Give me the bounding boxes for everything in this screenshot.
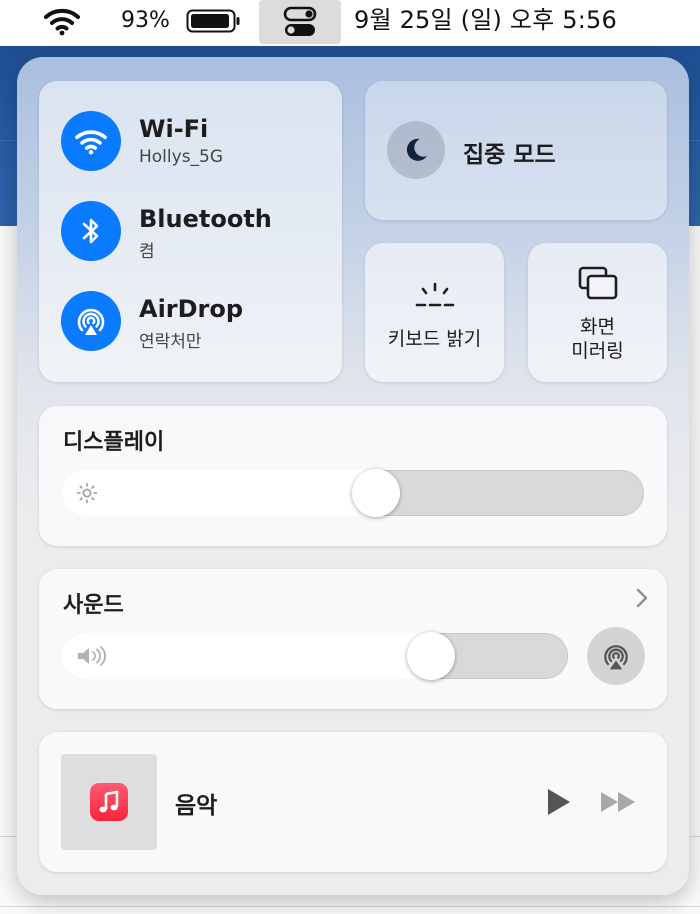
now-playing-title: 음악 (175, 793, 218, 819)
brightness-slider-knob[interactable] (352, 469, 401, 517)
volume-slider-knob[interactable] (407, 632, 456, 680)
airplay-audio-icon (604, 645, 628, 670)
network-tile: Wi-Fi Hollys_5G Bluetooth 켬 AirDrop 연락처만 (39, 81, 342, 382)
wifi-title: Wi-Fi (139, 115, 209, 143)
speaker-icon (78, 646, 106, 666)
bluetooth-icon[interactable] (61, 201, 121, 261)
menu-clock[interactable]: 9월 25일 (일) 오후 5:56 (354, 4, 617, 36)
screen-mirroring-label-line2: 미러링 (571, 340, 624, 362)
keyboard-brightness-icon (365, 281, 504, 311)
brightness-fill (62, 470, 377, 516)
bluetooth-toggle[interactable]: Bluetooth 켬 (61, 201, 331, 263)
play-icon[interactable] (544, 787, 572, 817)
sun-icon (76, 482, 98, 504)
screen-mirroring-label-line1: 화면 (580, 316, 615, 338)
moon-icon (387, 121, 445, 179)
control-center-icon (283, 6, 317, 36)
wifi-toggle[interactable]: Wi-Fi Hollys_5G (61, 111, 331, 173)
control-center-panel: Wi-Fi Hollys_5G Bluetooth 켬 AirDrop 연락처만… (17, 57, 689, 895)
sound-title: 사운드 (63, 593, 124, 618)
volume-fill (62, 633, 432, 679)
now-playing-tile: 음악 (39, 732, 667, 872)
focus-mode-label: 집중 모드 (463, 142, 556, 168)
sound-tile: 사운드 (39, 569, 667, 709)
bluetooth-title: Bluetooth (139, 205, 272, 233)
keyboard-brightness-tile[interactable]: 키보드 밝기 (365, 243, 504, 382)
airdrop-icon[interactable] (61, 291, 121, 351)
fast-forward-icon[interactable] (599, 790, 639, 814)
airdrop-toggle[interactable]: AirDrop 연락처만 (61, 291, 331, 353)
music-app-icon (90, 783, 128, 821)
focus-mode-tile[interactable]: 집중 모드 (365, 81, 667, 220)
screen-mirroring-tile[interactable]: 화면 미러링 (528, 243, 667, 382)
wifi-icon[interactable] (44, 6, 80, 38)
screen-mirroring-icon (528, 265, 667, 303)
volume-slider[interactable] (62, 632, 568, 680)
display-tile: 디스플레이 (39, 406, 667, 546)
keyboard-brightness-label: 키보드 밝기 (387, 328, 482, 350)
chevron-right-icon[interactable] (635, 587, 649, 609)
airplay-audio-button[interactable] (587, 627, 645, 685)
wifi-network-name: Hollys_5G (139, 147, 224, 167)
airdrop-title: AirDrop (139, 295, 244, 323)
background-divider (0, 906, 700, 907)
menu-bar: 93% 9월 25일 (일) 오후 5:56 (0, 0, 700, 46)
wifi-icon[interactable] (61, 111, 121, 171)
bluetooth-status: 켬 (139, 242, 155, 262)
brightness-slider[interactable] (62, 469, 644, 517)
control-center-button[interactable] (259, 0, 341, 44)
album-artwork[interactable] (61, 754, 157, 850)
airdrop-status: 연락처만 (139, 332, 202, 352)
display-title: 디스플레이 (63, 430, 165, 455)
battery-icon[interactable] (186, 7, 242, 35)
battery-percentage[interactable]: 93% (121, 6, 170, 36)
